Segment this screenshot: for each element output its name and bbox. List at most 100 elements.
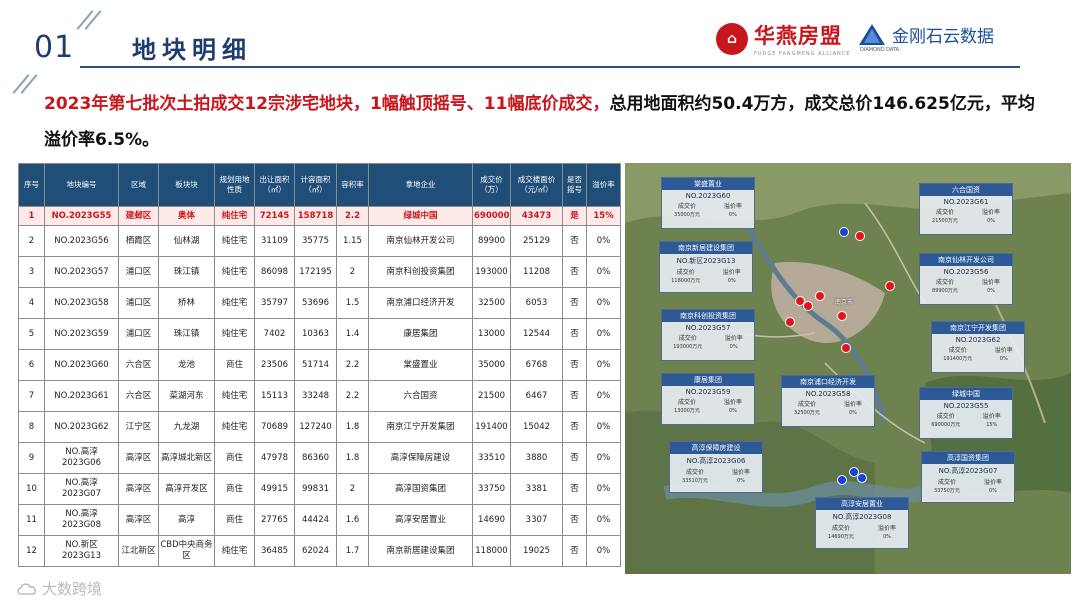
cell-plot-code: NO.2023G55 <box>44 206 119 226</box>
map-pin[interactable] <box>803 301 813 311</box>
map-pin[interactable] <box>837 311 847 321</box>
callout-premium-label: 溢价率 <box>723 203 742 210</box>
callout-premium-label: 溢价率 <box>724 335 743 342</box>
callout-premium-value: 0% <box>986 218 995 224</box>
cell-district: 浦口区 <box>118 287 159 319</box>
callout-price: 成交价 21500万元 <box>932 209 958 225</box>
cell-buyer: 棠盛置业 <box>368 349 473 381</box>
callout-code: NO.2023G59 <box>685 388 731 396</box>
callout-price-label: 成交价 <box>935 279 954 286</box>
cell-site-area: 70689 <box>254 411 295 443</box>
cell-row-number: 3 <box>18 256 45 288</box>
col-header: 溢价率 <box>586 163 621 207</box>
cell-lottery-flag: 否 <box>562 380 587 412</box>
cell-premium-rate: 15% <box>586 206 621 226</box>
cell-deal-price: 191400 <box>472 411 511 443</box>
map-pin[interactable] <box>885 281 895 291</box>
callout-price-value: 118000万元 <box>671 278 701 284</box>
callout-price-label: 成交价 <box>936 413 955 420</box>
map-pin[interactable] <box>855 231 865 241</box>
map-pin[interactable] <box>837 475 847 485</box>
callout-price: 成交价 13000万元 <box>674 399 700 415</box>
cell-site-area: 35797 <box>254 287 295 319</box>
cell-plot-ratio: 2 <box>336 473 369 505</box>
cell-deal-price: 89900 <box>472 225 511 257</box>
cell-plot-code: NO.2023G60 <box>44 349 119 381</box>
cell-row-number: 2 <box>18 225 45 257</box>
callout-code: NO.2023G57 <box>685 324 731 332</box>
map-callout: 棠盛置业 NO.2023G60 成交价 35000万元 溢价率 0% <box>661 177 755 229</box>
callout-premium: 溢价率 0% <box>724 399 742 415</box>
callout-company: 南京新居建设集团 <box>660 242 752 254</box>
cell-plot-code: NO.2023G61 <box>44 380 119 412</box>
cell-premium-rate: 0% <box>586 504 621 536</box>
callout-company: 南京浦口经济开发 <box>782 376 874 388</box>
map-pin[interactable] <box>857 473 867 483</box>
cell-gfa: 53696 <box>294 287 337 319</box>
callout-price-label: 成交价 <box>678 335 697 342</box>
callout-code: NO.2023G61 <box>943 198 989 206</box>
cell-sub-area: 高淳开发区 <box>158 473 215 505</box>
section-title: 地块明细 <box>132 36 252 64</box>
callout-premium-label: 溢价率 <box>722 269 741 276</box>
cell-gfa: 158718 <box>294 206 337 226</box>
cell-buyer: 高淳保障房建设 <box>368 442 473 474</box>
callout-premium: 溢价率 0% <box>724 203 742 219</box>
table-row: 4 NO.2023G58 浦口区 桥林 纯住宅 35797 53696 1.5 南京浦口经济开发… <box>18 287 621 319</box>
map-pin[interactable] <box>841 343 851 353</box>
callout-price: 成交价 33510万元 <box>682 469 708 485</box>
cell-premium-rate: 0% <box>586 535 621 567</box>
col-header: 序号 <box>18 163 45 207</box>
cell-gfa: 35775 <box>294 225 337 257</box>
cell-premium-rate: 0% <box>586 473 621 505</box>
callout-price-value: 21500万元 <box>932 218 958 224</box>
cell-lottery-flag: 否 <box>562 411 587 443</box>
cell-plot-code: NO.2023G58 <box>44 287 119 319</box>
cell-land-use: 纯住宅 <box>214 318 255 350</box>
cell-district: 栖霞区 <box>118 225 159 257</box>
cell-lottery-flag: 否 <box>562 318 587 350</box>
callout-code: NO.新区2023G13 <box>676 257 736 265</box>
callout-premium: 溢价率 0% <box>725 335 743 351</box>
table-row: 11 NO.高淳2023G08 高淳区 高淳 商住 27765 44424 1.6 高淳安居置业… <box>18 504 621 536</box>
cell-row-number: 11 <box>18 504 45 536</box>
map-callout: 六合国资 NO.2023G61 成交价 21500万元 溢价率 0% <box>919 183 1013 235</box>
cell-district: 浦口区 <box>118 318 159 350</box>
cell-site-area: 72145 <box>254 206 295 226</box>
cell-gfa: 127240 <box>294 411 337 443</box>
cell-deal-price: 193000 <box>472 256 511 288</box>
cell-floor-price: 25129 <box>510 225 563 257</box>
house-circle-logo-icon: ⌂ <box>716 22 748 55</box>
callout-premium-value: 0% <box>882 534 891 540</box>
callout-price: 成交价 33750万元 <box>934 479 960 495</box>
callout-price-value: 35000万元 <box>674 212 700 218</box>
cell-lottery-flag: 否 <box>562 535 587 567</box>
cell-floor-price: 43473 <box>510 206 563 226</box>
cell-premium-rate: 0% <box>586 287 621 319</box>
map-pin[interactable] <box>785 317 795 327</box>
map-pin[interactable] <box>839 227 849 237</box>
callout-price-value: 690000万元 <box>931 422 961 428</box>
cell-plot-ratio: 1.8 <box>336 442 369 474</box>
callout-premium-value: 0% <box>729 344 738 350</box>
cell-district: 高淳区 <box>118 442 159 474</box>
callout-premium-label: 溢价率 <box>982 413 1001 420</box>
cell-district: 江北新区 <box>118 535 159 567</box>
logo1-name: 华燕房盟 <box>754 23 842 48</box>
callout-company: 六合国资 <box>920 184 1012 196</box>
cell-row-number: 8 <box>18 411 45 443</box>
cell-site-area: 47978 <box>254 442 295 474</box>
callout-price: 成交价 690000万元 <box>931 413 960 429</box>
cell-land-use: 纯住宅 <box>214 225 255 257</box>
cell-deal-price: 118000 <box>472 535 511 567</box>
callout-premium-value: 0% <box>986 288 995 294</box>
callout-company: 南京科创投资集团 <box>662 310 754 322</box>
cell-site-area: 7402 <box>254 318 295 350</box>
land-plot-table: 序号 地块编号 区域 板块块 规划用地性质 出让面积（㎡） 计容面积（㎡） 容积… <box>18 163 621 567</box>
cell-lottery-flag: 否 <box>562 442 587 474</box>
cell-plot-code: NO.2023G62 <box>44 411 119 443</box>
cell-land-use: 纯住宅 <box>214 411 255 443</box>
callout-premium-value: 0% <box>999 356 1008 362</box>
cell-deal-price: 35000 <box>472 349 511 381</box>
map-pin[interactable] <box>815 291 825 301</box>
